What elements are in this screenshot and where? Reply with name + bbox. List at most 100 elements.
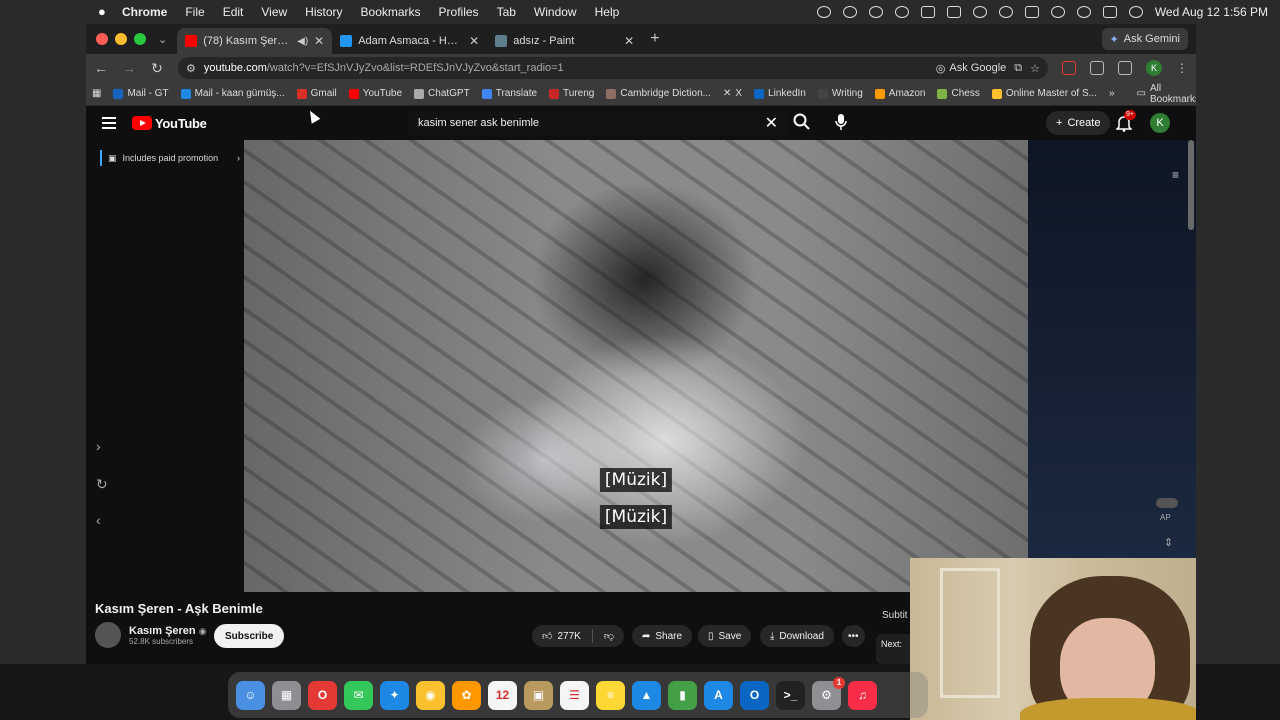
dock-reminders-icon[interactable]: ☰ bbox=[560, 680, 589, 710]
control-center-icon[interactable] bbox=[1102, 6, 1117, 18]
dock-music-icon[interactable]: ♫ bbox=[848, 680, 877, 710]
menu-help[interactable]: Help bbox=[595, 5, 620, 19]
bookmark-chess[interactable]: Chess bbox=[937, 88, 980, 99]
battery-icon[interactable] bbox=[1024, 6, 1039, 18]
bookmark-amazon[interactable]: Amazon bbox=[874, 88, 925, 99]
audio-icon[interactable]: ◀) bbox=[297, 36, 308, 47]
bookmark-writing[interactable]: Writing bbox=[817, 88, 863, 99]
bookmark-youtube[interactable]: YouTube bbox=[348, 88, 402, 99]
dock-app-store-icon[interactable]: A bbox=[704, 680, 733, 710]
bookmark-linkedin[interactable]: LinkedIn bbox=[754, 88, 806, 99]
site-info-icon[interactable]: ⚙ bbox=[186, 62, 196, 75]
share-button[interactable]: ➦ Share bbox=[632, 625, 693, 647]
search-icon[interactable] bbox=[792, 112, 812, 132]
expand-icon[interactable]: ⇕ bbox=[1164, 536, 1173, 549]
dock-calendar-icon[interactable]: 12 bbox=[488, 680, 517, 710]
like-button[interactable]: 👍︎ 277K 👎︎ bbox=[532, 625, 624, 647]
bluetooth-icon[interactable] bbox=[972, 6, 987, 18]
dock-opera-icon[interactable]: O bbox=[308, 680, 337, 710]
clock[interactable]: Wed Aug 12 1:56 PM bbox=[1155, 5, 1268, 19]
spotlight-icon[interactable] bbox=[1076, 6, 1091, 18]
forward-icon[interactable]: → bbox=[122, 60, 136, 76]
install-icon[interactable]: ⧉ bbox=[1014, 62, 1022, 75]
reload-icon[interactable]: ↻ bbox=[150, 60, 164, 77]
menu-history[interactable]: History bbox=[305, 5, 342, 19]
all-bookmarks-button[interactable]: » ▭ All Bookmarks bbox=[1109, 83, 1196, 105]
microphone-icon[interactable] bbox=[834, 113, 848, 131]
tab-youtube[interactable]: (78) Kasım Şeren - Aşk B ◀) ✕ bbox=[177, 28, 333, 54]
clear-search-icon[interactable]: ✕ bbox=[765, 113, 778, 133]
bookmark-online-master[interactable]: Online Master of S... bbox=[991, 88, 1097, 99]
more-actions-button[interactable]: ••• bbox=[842, 625, 865, 647]
menu-window[interactable]: Window bbox=[534, 5, 577, 19]
channel-name[interactable]: Kasım Şeren bbox=[129, 625, 196, 637]
subscribe-button[interactable]: Subscribe bbox=[214, 624, 285, 648]
channel-avatar[interactable] bbox=[95, 622, 121, 648]
menu-app-name[interactable]: Chrome bbox=[122, 5, 167, 19]
search-input[interactable]: kasim sener ask benimle ✕ bbox=[408, 110, 788, 136]
extensions-puzzle-icon[interactable] bbox=[1090, 61, 1104, 75]
dock-numbers-icon[interactable]: ▮ bbox=[668, 680, 697, 710]
menu-profiles[interactable]: Profiles bbox=[439, 5, 479, 19]
tab-paint[interactable]: adsız - Paint ✕ bbox=[487, 28, 642, 54]
dock-system-settings-icon[interactable]: ⚙ 1 bbox=[812, 676, 845, 710]
bookmark-cambridge[interactable]: Cambridge Diction... bbox=[606, 88, 711, 99]
bookmark-mail-gt[interactable]: Mail - GT bbox=[113, 88, 169, 99]
close-window-button[interactable] bbox=[96, 33, 108, 45]
apple-icon[interactable]: ● bbox=[98, 5, 112, 19]
page-scrollbar[interactable] bbox=[1188, 140, 1194, 230]
siri-icon[interactable] bbox=[1128, 6, 1143, 18]
bookmark-mail-kaan[interactable]: Mail - kaan gümüş... bbox=[180, 88, 285, 99]
menu-edit[interactable]: Edit bbox=[223, 5, 244, 19]
tab-search-chevron-icon[interactable]: ⌄ bbox=[158, 33, 167, 46]
dock-messages-icon[interactable]: ✉ bbox=[344, 680, 373, 710]
menu-bookmarks[interactable]: Bookmarks bbox=[361, 5, 421, 19]
video-player[interactable]: [Müzik] [Müzik] bbox=[244, 140, 1028, 592]
replay-icon[interactable]: ↻ bbox=[96, 476, 108, 493]
collapse-chevron-icon[interactable]: ‹ bbox=[96, 512, 101, 528]
status-item-icon[interactable] bbox=[816, 6, 831, 18]
new-tab-icon[interactable]: + bbox=[650, 30, 659, 48]
bookmark-chatgpt[interactable]: ChatGPT bbox=[414, 88, 470, 99]
account-avatar[interactable]: K bbox=[1150, 113, 1170, 133]
cloud-icon[interactable] bbox=[868, 6, 883, 18]
dock-launchpad-icon[interactable]: ▦ bbox=[272, 680, 301, 710]
close-tab-icon[interactable]: ✕ bbox=[624, 34, 634, 48]
tab-hangman[interactable]: Adam Asmaca - Hangman ✕ bbox=[332, 28, 487, 54]
reading-list-icon[interactable] bbox=[1118, 61, 1132, 75]
bookmark-translate[interactable]: Translate bbox=[481, 88, 537, 99]
dock-photos-icon[interactable]: ✿ bbox=[452, 680, 481, 710]
thumbs-down-icon[interactable]: 👎︎ bbox=[604, 630, 614, 642]
wifi-icon[interactable] bbox=[1050, 6, 1065, 18]
bookmark-x[interactable]: ✕ X bbox=[723, 88, 742, 99]
extension-icon[interactable] bbox=[1062, 61, 1076, 75]
youtube-logo[interactable]: YouTube bbox=[132, 116, 207, 131]
chapters-menu-icon[interactable]: ≡ bbox=[1172, 168, 1179, 182]
chrome-menu-icon[interactable]: ⋮ bbox=[1176, 61, 1188, 75]
ask-google-button[interactable]: ◎ Ask Google bbox=[936, 62, 1006, 75]
paid-promotion-banner[interactable]: ▣ Includes paid promotion › bbox=[100, 150, 240, 166]
address-bar[interactable]: ⚙ youtube.com/watch?v=EfSJnVJyZvo&list=R… bbox=[178, 57, 1048, 79]
vpn-icon[interactable] bbox=[894, 6, 909, 18]
menu-tab[interactable]: Tab bbox=[497, 5, 516, 19]
dock-notes-app-icon[interactable]: ▣ bbox=[524, 680, 553, 710]
autoplay-toggle[interactable] bbox=[1156, 498, 1178, 508]
dock-keynote-icon[interactable]: ▲ bbox=[632, 680, 661, 710]
save-button[interactable]: ▯ Save bbox=[698, 625, 752, 647]
bookmark-tureng[interactable]: Tureng bbox=[549, 88, 594, 99]
chat-icon[interactable] bbox=[842, 6, 857, 18]
close-tab-icon[interactable]: ✕ bbox=[314, 34, 324, 48]
create-button[interactable]: + Create bbox=[1046, 111, 1111, 135]
expand-chevron-icon[interactable]: › bbox=[96, 438, 101, 454]
close-tab-icon[interactable]: ✕ bbox=[469, 34, 479, 48]
dock-notes-icon[interactable]: ≡ bbox=[596, 680, 625, 710]
subtitles-chip[interactable]: Subtit bbox=[882, 610, 908, 621]
dock-finder-icon[interactable]: ☺ bbox=[236, 680, 265, 710]
dock-safari-icon[interactable]: ✦ bbox=[380, 680, 409, 710]
display-icon[interactable] bbox=[920, 6, 935, 18]
hamburger-menu-icon[interactable] bbox=[102, 117, 116, 129]
window-icon[interactable] bbox=[946, 6, 961, 18]
dock-chrome-icon[interactable]: ◉ bbox=[416, 680, 445, 710]
bookmark-gmail[interactable]: Gmail bbox=[296, 88, 337, 99]
menu-file[interactable]: File bbox=[185, 5, 204, 19]
